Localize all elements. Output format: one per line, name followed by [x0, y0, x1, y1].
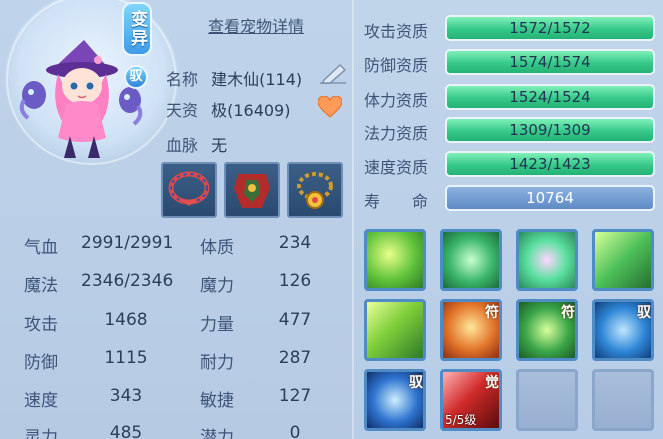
- variant-tag: 变异: [122, 2, 152, 56]
- necklace-red-icon: [168, 171, 210, 206]
- green-slash-skill-icon[interactable]: [592, 229, 654, 291]
- equip-slot-armor[interactable]: [224, 162, 280, 218]
- aptitude-bar-2: 1524/1524: [445, 84, 655, 110]
- stat-label-r-5: 潜力: [200, 428, 234, 439]
- aptitude-label-0: 攻击资质: [364, 22, 429, 41]
- aptitude-bar-0: 1572/1572: [445, 15, 655, 41]
- edit-name-icon[interactable]: [318, 62, 348, 84]
- stat-value-l-3: 1115: [104, 348, 148, 368]
- stat-value-r-4: 127: [278, 386, 312, 406]
- stat-value-l-4: 343: [109, 386, 143, 406]
- stat-label-r-0: 体质: [200, 238, 234, 258]
- skill-badge-6: 符: [561, 305, 575, 321]
- pet-bloodline-value: 无: [211, 136, 228, 155]
- skill-badge-7: 驭: [637, 305, 651, 321]
- shield-rune-skill-icon[interactable]: 符: [440, 299, 502, 361]
- stat-value-l-5: 485: [109, 423, 143, 439]
- aptitude-label-3: 法力资质: [364, 124, 429, 143]
- heart-burst-skill-icon[interactable]: [516, 229, 578, 291]
- stat-value-r-3: 287: [278, 348, 312, 368]
- heart-icon[interactable]: [318, 96, 342, 118]
- collar-gold-icon: [297, 172, 333, 209]
- stat-value-r-0: 234: [278, 233, 312, 253]
- panel-divider: [352, 0, 354, 439]
- stat-value-r-1: 126: [278, 271, 312, 291]
- pet-talent-value: 极(16409): [211, 101, 291, 120]
- tamed-tag: 驭: [124, 65, 148, 89]
- stat-label-l-4: 速度: [24, 391, 58, 411]
- stat-label-r-2: 力量: [200, 315, 234, 335]
- stat-value-l-2: 1468: [104, 310, 148, 330]
- equip-slot-collar[interactable]: [287, 162, 343, 218]
- stat-label-r-3: 耐力: [200, 353, 234, 373]
- warrior-kneel-skill-icon[interactable]: [440, 229, 502, 291]
- pet-avatar-image: [19, 40, 143, 158]
- skill-badge-5: 符: [485, 305, 499, 321]
- skill-level-count: 5/5级: [445, 413, 477, 427]
- blue-shield-skill-icon[interactable]: 驭: [592, 299, 654, 361]
- aptitude-bar-1: 1574/1574: [445, 49, 655, 75]
- stat-label-l-3: 防御: [24, 353, 58, 373]
- aptitude-bar-3: 1309/1309: [445, 117, 655, 143]
- skill-badge-9: 觉: [485, 375, 499, 391]
- aptitude-label-1: 防御资质: [364, 56, 429, 75]
- aptitude-label-5: 寿 命: [364, 192, 429, 211]
- aptitude-label-2: 体力资质: [364, 91, 429, 110]
- stat-label-l-5: 灵力: [24, 428, 58, 439]
- pet-talent-row: 天资 极(16409): [166, 97, 290, 121]
- pet-name-row: 名称 建木仙(114): [166, 66, 302, 90]
- view-pet-detail-link[interactable]: 查看宠物详情: [208, 13, 304, 37]
- stat-label-r-1: 魔力: [200, 276, 234, 296]
- pet-name-label: 名称: [166, 70, 199, 89]
- stat-label-l-0: 气血: [24, 238, 58, 258]
- blue-wave-shield-skill-icon[interactable]: 驭: [364, 369, 426, 431]
- pet-bloodline-row: 血脉 无: [166, 132, 227, 156]
- stat-value-l-1: 2346/2346: [81, 271, 174, 291]
- armor-red-icon: [234, 174, 270, 208]
- red-slash-awaken-skill-icon[interactable]: 觉 5/5级: [440, 369, 502, 431]
- stat-value-r-5: 0: [289, 423, 301, 439]
- ghost-swirl-skill-icon[interactable]: [364, 229, 426, 291]
- aptitude-label-4: 速度资质: [364, 158, 429, 177]
- stat-value-r-2: 477: [278, 310, 312, 330]
- green-warrior-skill-icon[interactable]: 符: [516, 299, 578, 361]
- aptitude-bar-4: 1423/1423: [445, 151, 655, 177]
- stat-label-l-1: 魔法: [24, 276, 58, 296]
- pet-detail-screen: 变异 驭 查看宠物详情 名称 建木仙(114) 天资 极(16409) 血脉 无: [0, 0, 663, 439]
- empty-skill-slot[interactable]: [516, 369, 578, 431]
- pet-bloodline-label: 血脉: [166, 136, 199, 155]
- equip-slot-necklace[interactable]: [161, 162, 217, 218]
- lifespan-bar: 10764: [445, 185, 655, 211]
- pet-talent-label: 天资: [166, 101, 199, 120]
- stat-value-l-0: 2991/2991: [81, 233, 174, 253]
- pet-name-value: 建木仙(114): [211, 70, 303, 89]
- stat-label-l-2: 攻击: [24, 315, 58, 335]
- skill-badge-8: 驭: [409, 375, 423, 391]
- empty-skill-slot[interactable]: [592, 369, 654, 431]
- stat-label-r-4: 敏捷: [200, 391, 234, 411]
- leaf-wind-skill-icon[interactable]: [364, 299, 426, 361]
